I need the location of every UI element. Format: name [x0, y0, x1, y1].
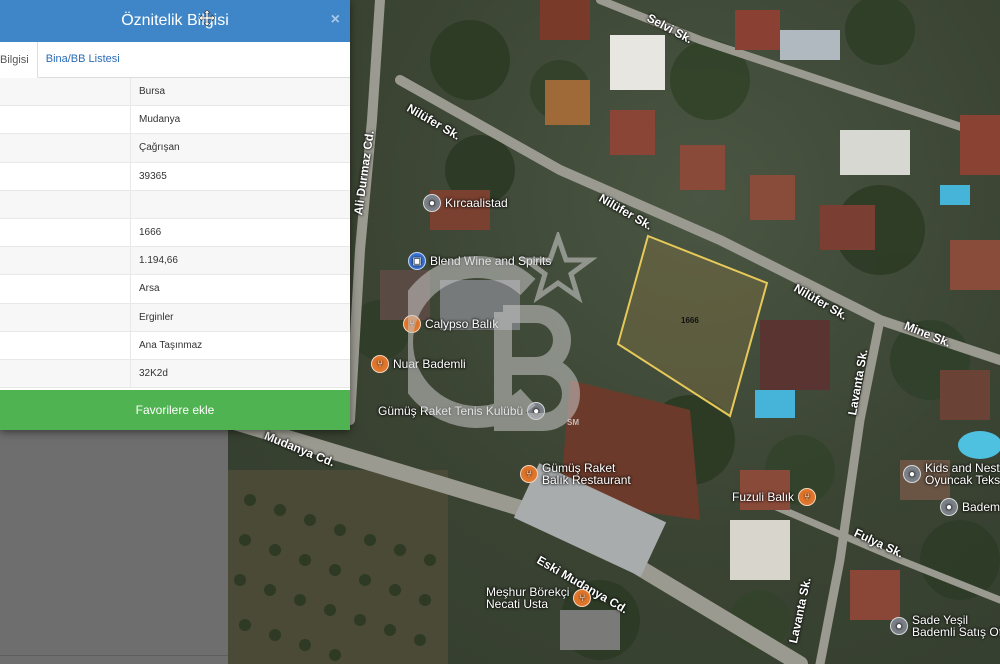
location-pin-icon: ● [423, 194, 441, 212]
poi-label-line-2: Bademli Satış Ofi [912, 625, 1000, 639]
row-value: 1666 [139, 227, 162, 239]
close-icon[interactable]: × [331, 11, 340, 29]
row-value: 1.194,66 [139, 255, 178, 267]
tab-info[interactable]: Bilgisi [0, 42, 38, 78]
poi-kids-nest[interactable]: ● Kids and Nest Oyuncak Teks [903, 462, 1000, 486]
attribute-table: Bursa Mudanya Çağrışan 39365 1666 1.194,… [0, 78, 350, 389]
row-value [131, 191, 350, 218]
panel-tabs: Bilgisi Bina/BB Listesi [0, 42, 350, 78]
cb-watermark-logo [408, 232, 598, 431]
table-row: Çağrışan [0, 134, 350, 163]
poi-bademli[interactable]: ● Bademli [940, 498, 1000, 516]
poi-label: Kırcaalistad [445, 196, 508, 210]
table-row: 32K2d [0, 359, 350, 389]
divider [0, 655, 228, 656]
left-gray-area [0, 430, 228, 664]
table-row: 39365 [0, 162, 350, 191]
poi-label: Bademli [962, 500, 1000, 514]
restaurant-icon: ⑂ [520, 465, 538, 483]
poi-meshur-borekci[interactable]: Meşhur Börekçi Necati Usta ⑂ [486, 586, 592, 611]
poi-kircaalistad[interactable]: ● Kırcaalistad [423, 194, 508, 212]
location-pin-icon: ● [940, 498, 958, 516]
row-key-cell [0, 331, 131, 359]
row-value: Bursa [139, 86, 166, 98]
panel-header[interactable]: Öznitelik Bilgisi × [0, 0, 350, 42]
restaurant-icon: ⑂ [371, 355, 389, 373]
row-key-cell [0, 190, 131, 218]
table-row: Ana Taşınmaz [0, 331, 350, 360]
row-value: Arsa [139, 283, 160, 295]
location-pin-icon: ● [903, 465, 921, 483]
restaurant-icon: ⑂ [798, 488, 817, 506]
table-row: Bursa [0, 78, 350, 107]
row-key-cell [0, 134, 131, 162]
row-value: Ana Taşınmaz [139, 339, 203, 351]
watermark-sm-mark: SM [567, 418, 579, 427]
poi-label-line-2: Oyuncak Teks [925, 473, 1000, 487]
table-row: Erginler [0, 303, 350, 332]
poi-fuzuli[interactable]: Fuzuli Balık ⑂ [732, 488, 817, 506]
table-row: Mudanya [0, 106, 350, 135]
parcel-number-label: 1666 [681, 316, 699, 325]
row-value: Mudanya [139, 114, 181, 126]
row-value: Erginler [139, 311, 174, 323]
row-value: 39365 [139, 170, 167, 182]
tab-building-list[interactable]: Bina/BB Listesi [38, 41, 128, 77]
poi-sade-yesil[interactable]: ● Sade Yeşil Bademli Satış Ofi [890, 614, 1000, 638]
poi-label-line-2: Balık Restaurant [542, 473, 631, 487]
row-value: Çağrışan [139, 142, 180, 154]
row-key-cell [0, 275, 131, 303]
parcel-outline [616, 234, 769, 418]
location-pin-icon: ● [890, 617, 908, 635]
poi-gumus-restaurant[interactable]: ⑂ Gümüş Raket Balık Restaurant [520, 462, 631, 486]
table-row [0, 190, 350, 219]
poi-label-line-2: Necati Usta [486, 597, 549, 611]
row-key-cell [0, 218, 131, 247]
table-row: Arsa [0, 275, 350, 304]
row-key-cell [0, 78, 131, 106]
row-key-cell [0, 247, 131, 275]
row-value: 32K2d [139, 367, 168, 379]
add-to-favorites-button[interactable]: Favorilere ekle [0, 390, 350, 430]
attribute-panel: Öznitelik Bilgisi × Bilgisi Bina/BB List… [0, 0, 350, 430]
table-row: 1666 [0, 218, 350, 248]
restaurant-icon: ⑂ [573, 589, 592, 607]
row-key-cell [0, 162, 131, 190]
row-key-cell [0, 106, 131, 134]
table-row: 1.194,66 [0, 247, 350, 276]
poi-label: Fuzuli Balık [732, 490, 795, 504]
row-key-cell [0, 303, 131, 331]
row-key-cell [0, 359, 131, 388]
move-icon[interactable] [199, 10, 215, 26]
